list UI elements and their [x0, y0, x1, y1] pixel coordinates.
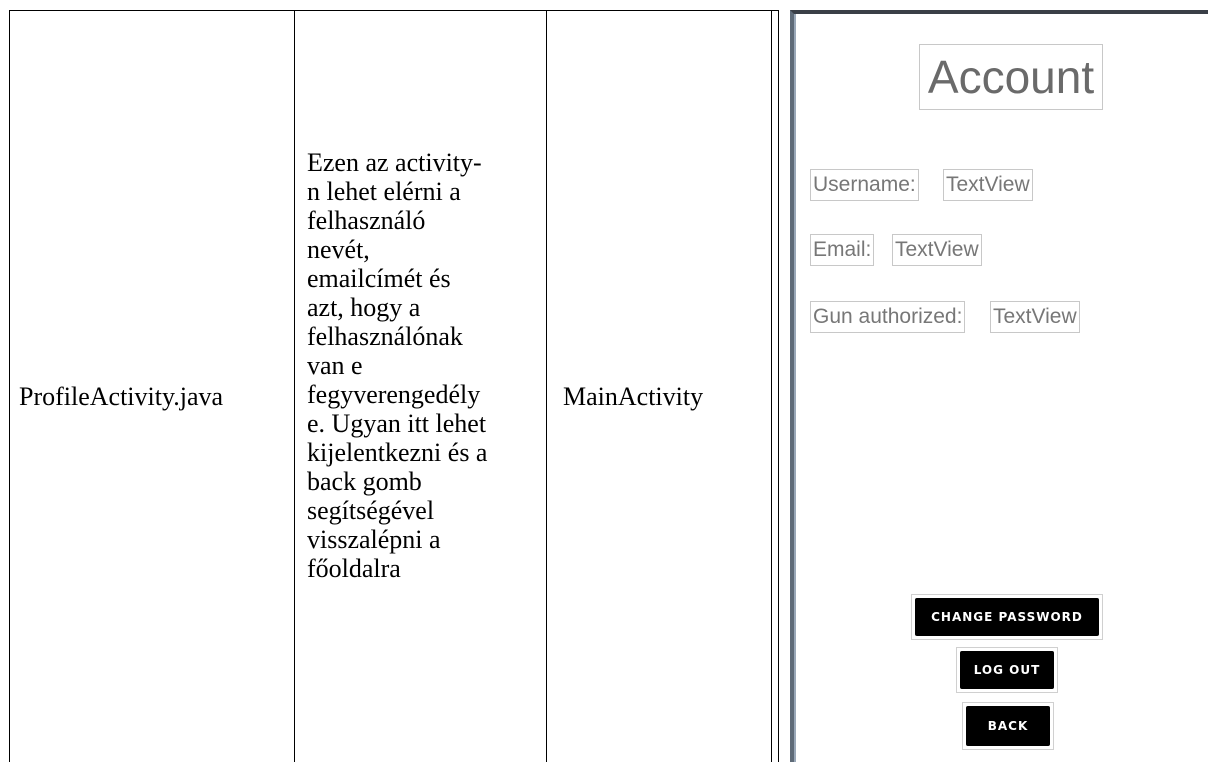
column-divider-4 [778, 10, 779, 762]
account-screen-screenshot: Account Username: TextView Email: TextVi… [790, 10, 1208, 762]
log-out-button-frame: LOG OUT [956, 647, 1058, 693]
description-cell: Ezen az activity- n lehet elérni a felha… [307, 148, 488, 583]
column-divider-3 [771, 10, 772, 762]
back-button[interactable]: BACK [966, 706, 1050, 746]
gun-authorized-value: TextView [990, 301, 1080, 333]
log-out-button[interactable]: LOG OUT [960, 651, 1054, 689]
email-label: Email: [810, 234, 875, 266]
column-divider-1 [294, 10, 295, 762]
gun-authorized-label: Gun authorized: [810, 301, 966, 333]
change-password-button[interactable]: CHANGE PASSWORD [915, 598, 1099, 636]
column-divider-2 [546, 10, 547, 762]
account-title: Account [919, 44, 1103, 110]
screen-edge [794, 14, 796, 762]
email-value: TextView [892, 234, 982, 266]
table-border-top [9, 10, 779, 11]
change-password-button-frame: CHANGE PASSWORD [911, 594, 1103, 640]
username-value: TextView [943, 169, 1033, 201]
username-label: Username: [810, 169, 919, 201]
back-button-frame: BACK [962, 702, 1054, 750]
file-name-cell: ProfileActivity.java [19, 382, 224, 411]
table-border-left [9, 10, 10, 762]
parent-activity-cell: MainActivity [563, 382, 704, 411]
